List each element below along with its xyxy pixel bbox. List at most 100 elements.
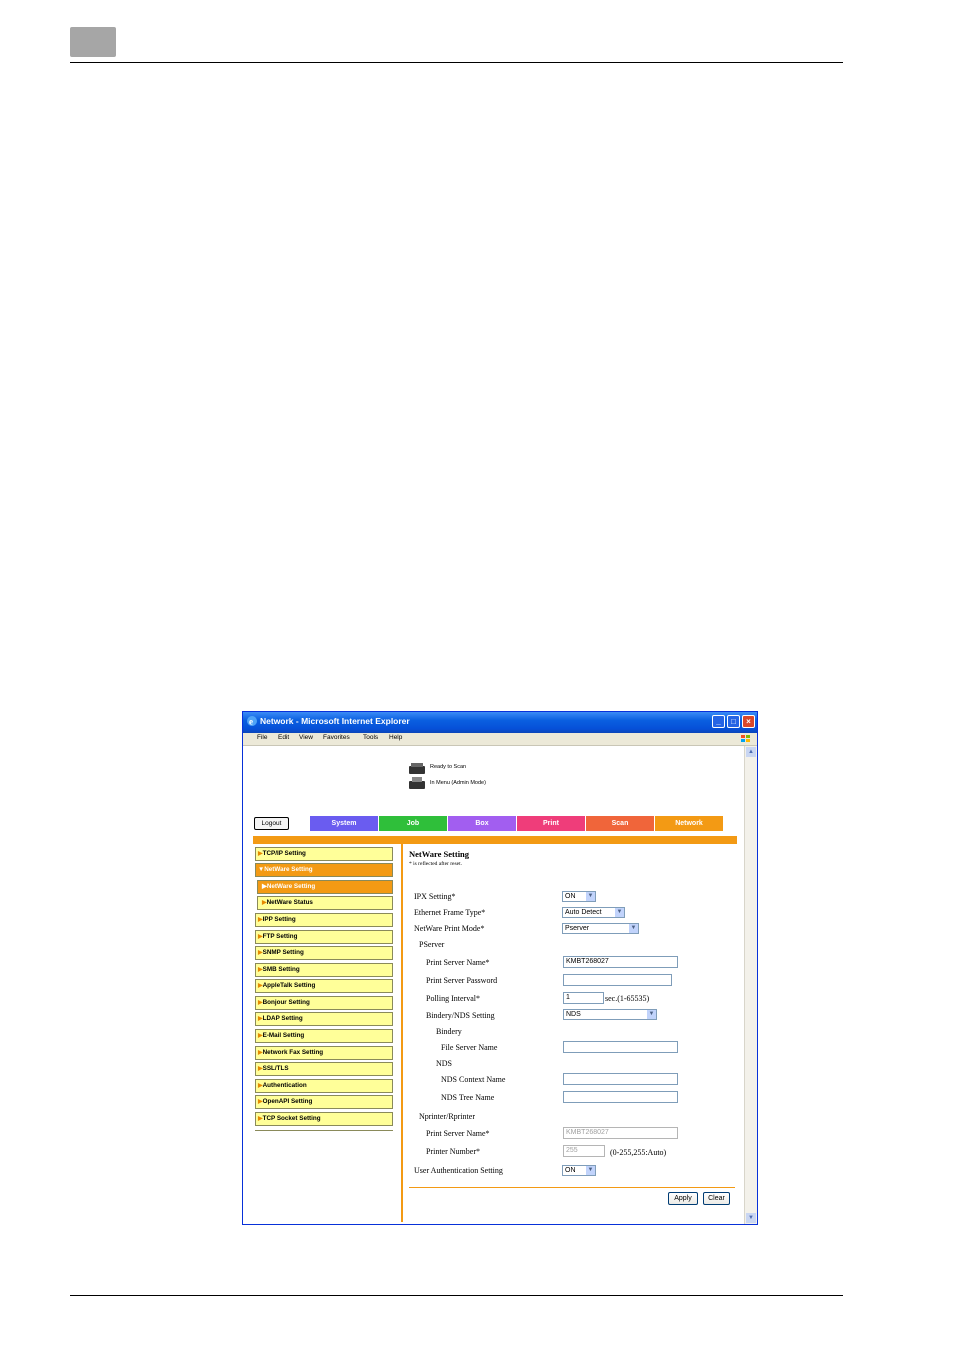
sidebar-item-label: Bonjour Setting: [262, 999, 310, 1006]
sidebar-item-label: NetWare Status: [266, 899, 313, 906]
nds-tree-input[interactable]: [563, 1091, 678, 1103]
chevron-down-icon: ▼: [615, 908, 624, 917]
user-auth-value: ON: [565, 1167, 576, 1174]
sidebar-item-network-fax[interactable]: ▶Network Fax Setting: [255, 1046, 393, 1060]
sidebar-item-label: SNMP Setting: [262, 949, 304, 956]
np-server-label: Print Server Name*: [426, 1129, 490, 1138]
maximize-button[interactable]: □: [727, 715, 740, 728]
print-mode-select[interactable]: Pserver ▼: [562, 923, 639, 934]
ps-name-label: Print Server Name*: [426, 958, 490, 967]
menu-file[interactable]: File: [257, 734, 267, 741]
nds-tree-label: NDS Tree Name: [441, 1093, 495, 1102]
sidebar-item-label: SSL/TLS: [262, 1065, 289, 1072]
menu-edit[interactable]: Edit: [278, 734, 289, 741]
window-title: Network - Microsoft Internet Explorer: [260, 716, 410, 726]
polling-label: Polling Interval*: [426, 994, 480, 1003]
sidebar-item-label: IPP Setting: [262, 916, 296, 923]
ps-password-input[interactable]: [563, 974, 672, 986]
browser-window: e Network - Microsoft Internet Explorer …: [242, 711, 758, 1225]
chevron-down-icon: ▼: [647, 1010, 656, 1019]
tab-job[interactable]: Job: [379, 816, 447, 831]
sidebar-item-ssl-tls[interactable]: ▶SSL/TLS: [255, 1062, 393, 1076]
svg-text:e: e: [249, 717, 253, 727]
menu-help[interactable]: Help: [389, 734, 402, 741]
frame-type-label: Ethernet Frame Type*: [414, 908, 486, 917]
scroll-up-icon[interactable]: ▲: [746, 747, 756, 757]
sidebar-subitem-netware-setting[interactable]: ▶NetWare Setting: [257, 880, 393, 894]
sidebar-item-label: SMB Setting: [262, 966, 300, 973]
status-mode: In Menu (Admin Mode): [430, 780, 486, 786]
print-mode-label: NetWare Print Mode*: [414, 924, 485, 933]
polling-unit: sec.(1-65535): [605, 994, 650, 1003]
user-auth-select[interactable]: ON ▼: [562, 1165, 596, 1176]
sidebar-item-tcpip[interactable]: ▶TCP/IP Setting: [255, 847, 393, 861]
np-server-input[interactable]: KMBT268027: [563, 1127, 678, 1139]
logout-button[interactable]: Logout: [254, 817, 289, 830]
sidebar-item-authentication[interactable]: ▶Authentication: [255, 1079, 393, 1093]
sidebar: ▶TCP/IP Setting ▼NetWare Setting ▶NetWar…: [253, 844, 403, 1222]
ipx-select-value: ON: [565, 893, 576, 900]
sidebar-item-smb[interactable]: ▶SMB Setting: [255, 963, 393, 977]
minimize-button[interactable]: _: [712, 715, 725, 728]
tab-network[interactable]: Network: [655, 816, 723, 831]
reset-note: * is reflected after reset.: [409, 861, 462, 867]
sidebar-subitem-netware-status[interactable]: ▶NetWare Status: [257, 896, 393, 910]
nds-context-input[interactable]: [563, 1073, 678, 1085]
nds-heading: NDS: [436, 1059, 453, 1068]
menu-tools[interactable]: Tools: [363, 734, 378, 741]
frame-type-select[interactable]: Auto Detect ▼: [562, 907, 625, 918]
printer-number-input[interactable]: 255: [563, 1145, 605, 1157]
polling-input[interactable]: 1: [563, 992, 604, 1004]
windows-logo-icon: [741, 735, 750, 742]
header-rule: [70, 62, 843, 63]
ps-name-input[interactable]: KMBT268027: [563, 956, 678, 968]
bindery-nds-value: NDS: [566, 1011, 581, 1018]
sidebar-item-tcp-socket[interactable]: ▶TCP Socket Setting: [255, 1112, 393, 1126]
sidebar-item-label: TCP/IP Setting: [262, 850, 306, 857]
clear-button[interactable]: Clear: [703, 1192, 730, 1205]
file-server-label: File Server Name: [441, 1043, 498, 1052]
sidebar-bottom-rule: [255, 1130, 393, 1131]
menu-favorites[interactable]: Favorites: [323, 734, 350, 741]
sidebar-item-ipp[interactable]: ▶IPP Setting: [255, 913, 393, 927]
sidebar-item-snmp[interactable]: ▶SNMP Setting: [255, 946, 393, 960]
chevron-down-icon: ▼: [586, 892, 595, 901]
nprinter-heading: Nprinter/Rprinter: [419, 1112, 475, 1121]
bindery-nds-select[interactable]: NDS ▼: [563, 1009, 657, 1020]
scroll-down-icon[interactable]: ▼: [746, 1213, 756, 1223]
print-mode-value: Pserver: [565, 925, 590, 932]
sidebar-item-appletalk[interactable]: ▶AppleTalk Setting: [255, 979, 393, 993]
sidebar-divider: [401, 844, 403, 1222]
menu-view[interactable]: View: [299, 734, 313, 741]
vertical-scrollbar[interactable]: ▲ ▼: [744, 746, 757, 1224]
sidebar-item-email[interactable]: ▶E-Mail Setting: [255, 1029, 393, 1043]
apply-button[interactable]: Apply: [668, 1192, 698, 1205]
sidebar-item-label: AppleTalk Setting: [262, 982, 316, 989]
sidebar-item-ldap[interactable]: ▶LDAP Setting: [255, 1012, 393, 1026]
tab-box[interactable]: Box: [448, 816, 516, 831]
title-bar: e Network - Microsoft Internet Explorer …: [243, 712, 757, 733]
sidebar-item-label: Network Fax Setting: [262, 1049, 324, 1056]
ipx-select[interactable]: ON ▼: [562, 891, 596, 902]
chapter-marker: [70, 27, 116, 57]
bindery-nds-label: Bindery/NDS Setting: [426, 1011, 495, 1020]
pserver-heading: PServer: [419, 940, 445, 949]
printer-icon: [409, 777, 425, 789]
sidebar-item-netware[interactable]: ▼NetWare Setting: [255, 863, 393, 877]
scanner-icon: [409, 763, 425, 774]
sidebar-item-openapi[interactable]: ▶OpenAPI Setting: [255, 1095, 393, 1109]
page-title: NetWare Setting: [409, 849, 470, 859]
user-auth-label: User Authentication Setting: [414, 1166, 503, 1175]
sidebar-item-ftp[interactable]: ▶FTP Setting: [255, 930, 393, 944]
close-button[interactable]: ×: [742, 715, 755, 728]
tab-scan[interactable]: Scan: [586, 816, 654, 831]
sidebar-item-bonjour[interactable]: ▶Bonjour Setting: [255, 996, 393, 1010]
tab-system[interactable]: System: [310, 816, 378, 831]
sidebar-item-label: FTP Setting: [262, 933, 298, 940]
menu-bar: File Edit View Favorites Tools Help: [243, 733, 757, 746]
frame-type-value: Auto Detect: [565, 909, 602, 916]
sidebar-item-label: NetWare Setting: [266, 883, 316, 890]
tab-print[interactable]: Print: [517, 816, 585, 831]
ps-password-label: Print Server Password: [426, 976, 498, 985]
file-server-input[interactable]: [563, 1041, 678, 1053]
